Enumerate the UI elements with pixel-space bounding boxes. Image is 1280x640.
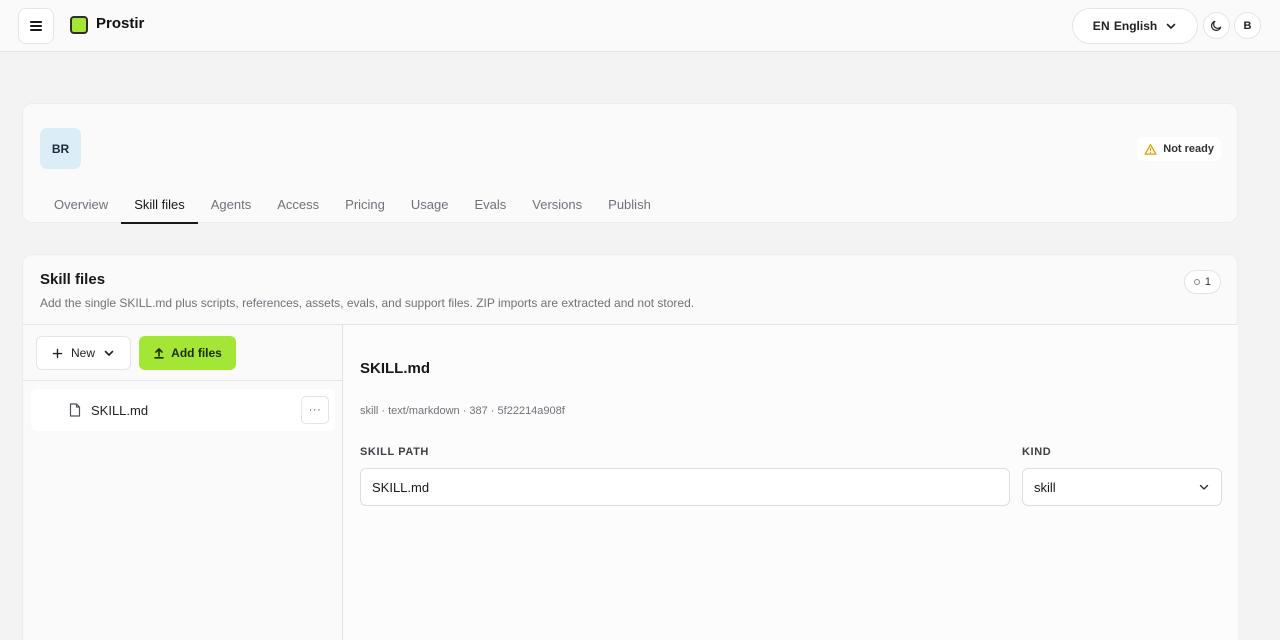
chevron-down-icon [1199, 484, 1209, 490]
theme-toggle-button[interactable] [1203, 12, 1230, 39]
warning-icon [1144, 143, 1157, 155]
plus-icon [52, 348, 63, 358]
file-editor-panel: SKILL.md skill · text/markdown · 387 · 5… [344, 325, 1238, 640]
tab-versions[interactable]: Versions [519, 184, 595, 224]
status-text: Not ready [1163, 143, 1214, 155]
file-name: SKILL.md [91, 402, 149, 418]
tab-pricing[interactable]: Pricing [332, 184, 398, 224]
kind-select[interactable]: skill [1022, 468, 1222, 506]
file-list-panel: New Add files SKILL.md ··· [23, 325, 343, 640]
add-files-button[interactable]: Add files [139, 336, 236, 370]
file-icon [69, 403, 81, 417]
circle-icon [1193, 279, 1200, 285]
menu-button[interactable] [18, 8, 54, 44]
file-count-badge: 1 [1183, 270, 1221, 294]
skill-header-card: BR Not ready Overview Skill files Agents… [22, 103, 1238, 224]
section-description: Add the single SKILL.md plus scripts, re… [40, 296, 695, 310]
add-files-label: Add files [171, 346, 222, 360]
file-more-button[interactable]: ··· [301, 396, 329, 424]
file-list-item[interactable]: SKILL.md ··· [31, 389, 335, 431]
brand-name[interactable]: Prostir [96, 15, 144, 32]
status-badge: Not ready [1137, 137, 1221, 161]
new-button-label: New [70, 346, 95, 360]
skill-avatar: BR [40, 128, 81, 169]
language-switcher[interactable]: EN English [1072, 8, 1198, 44]
top-bar: Prostir EN English B [0, 0, 1280, 52]
skill-path-input[interactable] [360, 468, 1010, 506]
tab-agents[interactable]: Agents [198, 184, 264, 224]
chevron-down-icon [1166, 23, 1176, 29]
file-metadata: skill · text/markdown · 387 · 5f22214a90… [360, 405, 565, 417]
tab-evals[interactable]: Evals [461, 184, 519, 224]
skill-path-label: SKILL PATH [360, 446, 429, 458]
tab-skill-files[interactable]: Skill files [121, 184, 198, 224]
new-file-button[interactable]: New [36, 336, 131, 370]
upload-icon [154, 348, 164, 359]
tab-usage[interactable]: Usage [398, 184, 462, 224]
language-label: English [1113, 19, 1158, 33]
tab-bar: Overview Skill files Agents Access Prici… [23, 184, 1237, 224]
tab-overview[interactable]: Overview [41, 184, 121, 224]
file-count: 1 [1204, 276, 1211, 288]
user-avatar-button[interactable]: B [1234, 12, 1261, 39]
brand-logo-icon [70, 16, 88, 34]
tab-publish[interactable]: Publish [595, 184, 664, 224]
section-title: Skill files [40, 271, 106, 288]
moon-icon [1211, 20, 1222, 31]
divider [23, 380, 342, 381]
kind-label: KIND [1022, 446, 1052, 458]
chevron-down-icon [104, 350, 114, 356]
hamburger-icon [30, 21, 42, 31]
editor-title: SKILL.md [360, 360, 430, 377]
tab-access[interactable]: Access [264, 184, 332, 224]
skill-files-card: Skill files Add the single SKILL.md plus… [22, 254, 1238, 640]
language-code: EN [1092, 19, 1110, 33]
kind-value: skill [1034, 479, 1056, 495]
